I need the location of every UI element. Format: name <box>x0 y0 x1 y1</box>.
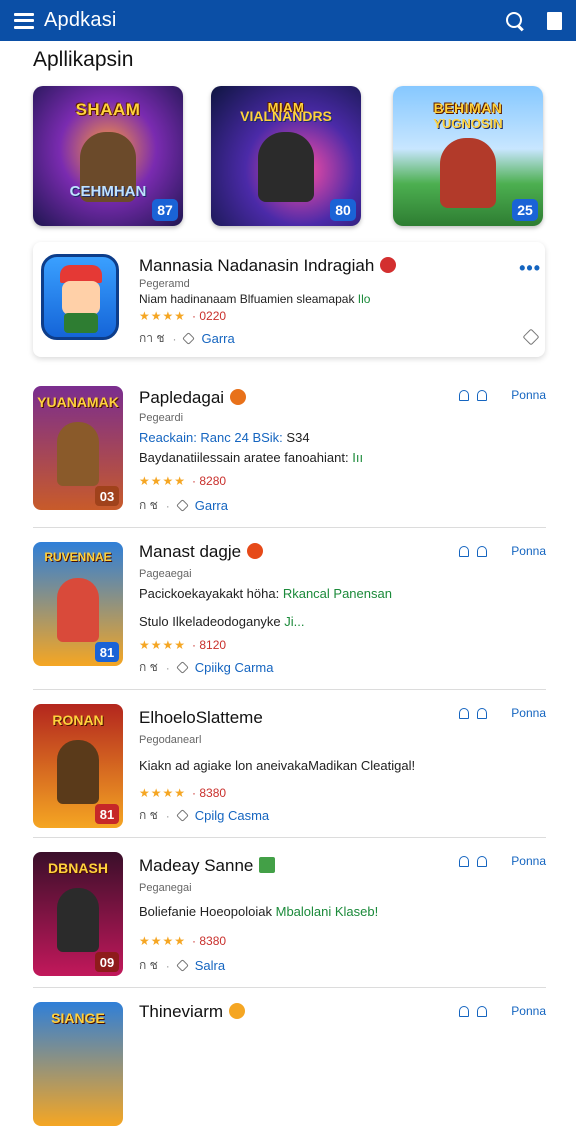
rating-badge: 25 <box>512 199 538 221</box>
bell-icon[interactable] <box>459 389 470 401</box>
app-name: Mannasia Nadanasin Indragiah <box>139 256 397 276</box>
app-name: Thineviarm <box>139 1002 246 1022</box>
bell-icon[interactable] <box>477 855 488 867</box>
app-name: Madeay Sanne <box>139 856 276 876</box>
highlighted-app-card[interactable]: Mannasia Nadanasin Indragiah Pegeramd Ni… <box>33 242 545 357</box>
list-item[interactable]: SIANGE Thineviarm Ponna <box>33 988 546 1126</box>
character-figure <box>440 138 496 208</box>
app-thumbnail: YUANAMAK 03 <box>33 386 123 510</box>
app-developer: Pegeramd <box>139 278 190 290</box>
bell-icon[interactable] <box>459 855 470 867</box>
app-rating: ★★★★ · 8280 <box>139 474 227 488</box>
row-actions: Ponna <box>459 388 546 402</box>
app-link[interactable]: Cpiikg Carma <box>195 660 274 675</box>
featured-title: SHAAM <box>75 100 141 119</box>
character-figure <box>258 132 314 202</box>
featured-card[interactable]: MIAM VIALNANDRS 80 <box>211 86 361 226</box>
app-developer: Peganegai <box>139 882 192 894</box>
app-thumbnail: DBNASH 09 <box>33 852 123 976</box>
pin-icon[interactable] <box>522 328 540 346</box>
badge-icon <box>259 857 276 873</box>
app-rating: ★★★★ · 8380 <box>139 934 227 948</box>
app-description: Kiakn ad agiake lon aneivakaMadikan Clea… <box>139 758 416 773</box>
list-item[interactable]: DBNASH 09 Madeay Sanne Peganegai Boliefa… <box>33 838 546 988</box>
rating-badge: 80 <box>330 199 356 221</box>
app-name: Manast dagje <box>139 542 264 562</box>
section-title: Apllikapsin <box>33 48 134 71</box>
badge-icon <box>247 543 264 559</box>
rating-badge: 87 <box>152 199 178 221</box>
app-rating: ★★★★ · 0220 <box>139 309 227 323</box>
action-link[interactable]: Ponna <box>511 706 546 720</box>
bell-icon[interactable] <box>477 545 488 557</box>
app-description: Pacickoekayakakt höha: Rkancal Panensan <box>139 586 392 601</box>
featured-subtitle: YUGNOSIN <box>433 116 503 131</box>
more-options-icon[interactable]: ••• <box>519 258 541 279</box>
bell-icon[interactable] <box>459 707 470 719</box>
list-item[interactable]: YUANAMAK 03 Papledagai Pegeardi Reackain… <box>33 374 546 528</box>
row-actions: Ponna <box>459 1004 546 1018</box>
app-developer: Pageaegai <box>139 568 192 580</box>
app-meta: ก ช · Cpilg Casma <box>139 808 270 823</box>
bell-icon[interactable] <box>477 389 488 401</box>
list-item[interactable]: RONAN 81 ElhoeloSlatteme Pegodanearl Kia… <box>33 690 546 838</box>
bell-icon[interactable] <box>459 1005 470 1017</box>
bell-icon[interactable] <box>459 545 470 557</box>
tag-icon <box>182 332 196 345</box>
featured-title: BEHIMAN <box>433 100 503 116</box>
action-link[interactable]: Ponna <box>511 388 546 402</box>
app-developer: Pegeardi <box>139 412 184 424</box>
app-title: Apdkasi <box>44 9 117 31</box>
badge-icon <box>380 257 397 273</box>
app-thumbnail: SIANGE <box>33 1002 123 1126</box>
tag-icon <box>175 809 189 822</box>
app-thumbnail: RUVENNAE 81 <box>33 542 123 666</box>
tag-icon <box>175 499 189 512</box>
bell-icon[interactable] <box>477 707 488 719</box>
app-link[interactable]: Garra <box>195 498 228 513</box>
app-meta: กา ช · Garra <box>139 331 235 346</box>
app-description-2: Stulo Ilkeladeodoganyke Ji... <box>139 614 305 629</box>
app-meta: ก ช · Cpiikg Carma <box>139 660 274 675</box>
menu-icon[interactable] <box>14 12 34 29</box>
app-meta: ก ช · Salra <box>139 958 226 973</box>
row-actions: Ponna <box>459 854 546 868</box>
app-rating: ★★★★ · 8380 <box>139 786 227 800</box>
badge-icon <box>229 1003 246 1019</box>
top-app-bar: Apdkasi <box>0 0 576 41</box>
featured-card[interactable]: BEHIMAN YUGNOSIN 25 <box>393 86 543 226</box>
app-description: Reackain: Ranc 24 BSik: S34 <box>139 430 310 445</box>
featured-subtitle: CEHMHAN <box>69 183 147 200</box>
app-developer: Pegodanearl <box>139 734 202 746</box>
action-link[interactable]: Ponna <box>511 854 546 868</box>
featured-carousel: SHAAM CEHMHAN 87 MIAM VIALNANDRS 80 BEHI… <box>33 86 545 226</box>
row-actions: Ponna <box>459 706 546 720</box>
tag-icon <box>175 959 189 972</box>
featured-subtitle: VIALNANDRS <box>240 108 332 124</box>
app-description-2: Baydanatiilessain aratee fanoahiant: Iıı <box>139 450 364 465</box>
app-link[interactable]: Garra <box>201 331 234 346</box>
bookmark-icon[interactable] <box>547 11 562 30</box>
badge-icon <box>230 389 247 405</box>
search-icon[interactable] <box>505 11 525 31</box>
action-link[interactable]: Ponna <box>511 544 546 558</box>
list-item[interactable]: RUVENNAE 81 Manast dagje Pageaegai Pacic… <box>33 528 546 690</box>
app-link[interactable]: Salra <box>195 958 225 973</box>
action-link[interactable]: Ponna <box>511 1004 546 1018</box>
app-description: Boliefanie Hoeopoloiak Mbalolani Klaseb! <box>139 904 379 919</box>
tag-icon <box>175 661 189 674</box>
app-rating: ★★★★ · 8120 <box>139 638 227 652</box>
app-name: Papledagai <box>139 388 247 408</box>
featured-card[interactable]: SHAAM CEHMHAN 87 <box>33 86 183 226</box>
bell-icon[interactable] <box>477 1005 488 1017</box>
app-thumbnail: RONAN 81 <box>33 704 123 828</box>
row-actions: Ponna <box>459 544 546 558</box>
app-name: ElhoeloSlatteme <box>139 708 263 727</box>
app-description: Niam hadinanaam Blfuamien sleamapak Ilo <box>139 292 371 306</box>
app-icon <box>41 254 119 340</box>
app-link[interactable]: Cpilg Casma <box>195 808 269 823</box>
app-meta: ก ช · Garra <box>139 498 228 513</box>
